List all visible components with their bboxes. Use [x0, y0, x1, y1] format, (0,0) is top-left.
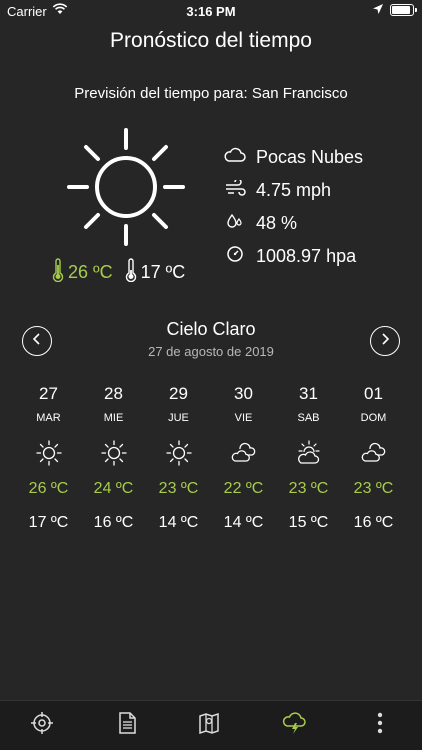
forecast-hi: 23 ºC	[353, 480, 394, 497]
forecast-day[interactable]: 30 VIE 22 ºC 14 ºC	[211, 384, 276, 532]
forecast-day[interactable]: 27 MAR 26 ºC 17 ºC	[16, 384, 81, 532]
location-line: Previsión del tiempo para: San Francisco	[74, 85, 348, 102]
tab-weather[interactable]	[275, 711, 315, 741]
forecast-hi: 23 ºC	[288, 480, 329, 497]
detail-row-humidity: 48 %	[224, 207, 363, 240]
forecast-day[interactable]: 31 SAB 23 ºC 15 ºC	[276, 384, 341, 532]
forecast-hi: 22 ºC	[223, 480, 264, 497]
temp-min: 17 ºC	[140, 262, 186, 282]
forecast-day-number: 01	[364, 384, 383, 403]
forecast-day[interactable]: 01 DOM 23 ºC 16 ºC	[341, 384, 406, 532]
clouds-icon	[341, 440, 406, 466]
tab-map[interactable]	[191, 711, 231, 741]
forecast-weekday: DOM	[360, 412, 387, 424]
forecast-day-number: 29	[169, 384, 188, 403]
battery-icon	[390, 4, 417, 16]
wind-icon	[224, 178, 256, 201]
detail-wind: 4.75 mph	[256, 180, 332, 200]
tab-bar	[0, 700, 422, 750]
more-icon	[377, 711, 383, 740]
next-day-button[interactable]	[370, 326, 400, 356]
temp-max: 26 ºC	[68, 262, 113, 282]
partly-cloudy-icon	[276, 440, 341, 466]
forecast-weekday: VIE	[234, 412, 253, 424]
forecast-lo: 14 ºC	[223, 514, 264, 531]
thermometer-hot-icon	[52, 258, 64, 287]
tab-locate[interactable]	[22, 711, 62, 741]
forecast-lo: 16 ºC	[353, 514, 394, 531]
forecast-weekday: JUE	[168, 412, 189, 424]
forecast-list: 27 MAR 26 ºC 17 ºC 28 MIE 24 ºC 16 ºC 29…	[16, 384, 406, 532]
forecast-day[interactable]: 29 JUE 23 ºC 14 ºC	[146, 384, 211, 532]
forecast-day[interactable]: 28 MIE 24 ºC 16 ºC	[81, 384, 146, 532]
detail-row-pressure: 1008.97 hpa	[224, 240, 363, 273]
forecast-lo: 17 ºC	[28, 514, 69, 531]
forecast-weekday: SAB	[297, 412, 320, 424]
crosshair-icon	[30, 711, 54, 740]
forecast-lo: 14 ºC	[158, 514, 199, 531]
detail-row-wind: 4.75 mph	[224, 174, 363, 207]
weather-icon	[282, 711, 308, 740]
clouds-icon	[211, 440, 276, 466]
current-details: Pocas Nubes 4.75 mph 48 % 1008.97 hpa	[224, 141, 363, 273]
forecast-hi: 26 ºC	[28, 480, 69, 497]
document-icon	[117, 711, 137, 740]
tab-more[interactable]	[360, 711, 400, 741]
forecast-weekday: MIE	[103, 412, 124, 424]
forecast-weekday: MAR	[36, 412, 61, 424]
detail-humidity: 48 %	[256, 213, 298, 233]
forecast-day-number: 31	[299, 384, 318, 403]
status-time: 3:16 PM	[186, 4, 236, 19]
sun-icon	[146, 440, 211, 466]
cloud-icon	[224, 147, 256, 168]
status-bar: Carrier 3:16 PM	[0, 0, 422, 22]
sun-icon	[16, 440, 81, 466]
forecast-day-number: 27	[39, 384, 58, 403]
selected-condition: Cielo Claro	[166, 319, 256, 339]
detail-row-condition: Pocas Nubes	[224, 141, 363, 174]
selected-date: 27 de agosto de 2019	[148, 344, 274, 359]
forecast-day-number: 28	[104, 384, 123, 403]
forecast-hi: 24 ºC	[93, 480, 134, 497]
map-icon	[198, 711, 224, 740]
forecast-day-number: 30	[234, 384, 253, 403]
tab-document[interactable]	[107, 711, 147, 741]
humidity-icon	[224, 213, 256, 234]
thermometer-cold-icon	[125, 258, 137, 287]
detail-condition: Pocas Nubes	[256, 147, 364, 167]
forecast-lo: 16 ºC	[93, 514, 134, 531]
current-temps: 26 ºC 17 ºC	[52, 258, 185, 287]
sun-icon	[81, 440, 146, 466]
detail-pressure: 1008.97 hpa	[256, 246, 357, 266]
page-title: Pronóstico del tiempo	[110, 29, 312, 52]
forecast-lo: 15 ºC	[288, 514, 329, 531]
pressure-icon	[224, 246, 256, 267]
location-arrow-icon	[372, 3, 384, 18]
chevron-right-icon	[380, 332, 390, 350]
current-weather-sun-icon	[64, 126, 188, 253]
forecast-hi: 23 ºC	[158, 480, 199, 497]
